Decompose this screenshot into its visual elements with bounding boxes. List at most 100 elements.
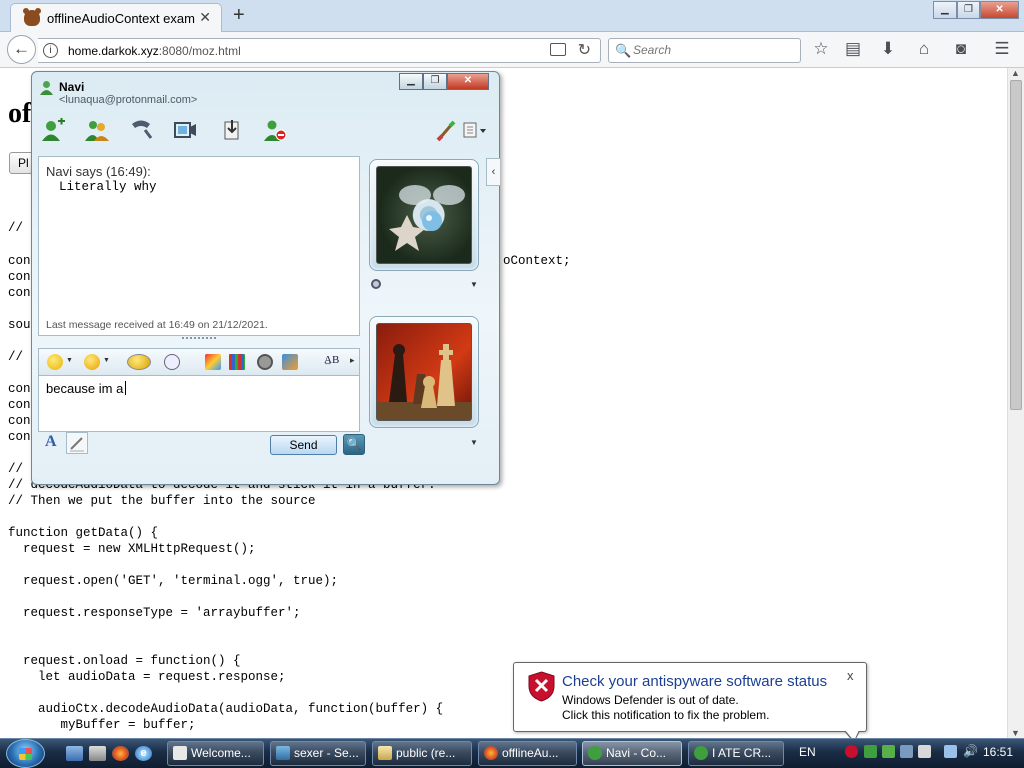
emoticon-dropdown-icon[interactable]: ▼ xyxy=(66,357,73,364)
video-call-icon[interactable] xyxy=(172,118,198,142)
paint-brush-icon[interactable] xyxy=(434,118,460,142)
search-box[interactable]: 🔍 xyxy=(608,38,801,63)
security-shield-icon xyxy=(528,671,555,702)
firefox-quicklaunch-icon[interactable] xyxy=(112,746,129,761)
close-button[interactable]: ✕ xyxy=(980,1,1019,19)
home-icon[interactable]: ⌂ xyxy=(913,39,935,59)
pane-resize-handle[interactable] xyxy=(182,337,216,340)
background-icon[interactable] xyxy=(205,354,221,370)
nudge-icon[interactable] xyxy=(127,354,151,370)
minimize-button[interactable]: ▁ xyxy=(933,1,957,19)
media-grid-icon[interactable] xyxy=(229,354,245,370)
handwriting-icon[interactable] xyxy=(66,432,88,454)
collapse-pictures-button[interactable]: ‹ xyxy=(486,158,500,186)
more-tools-icon[interactable]: ▸ xyxy=(350,355,355,366)
translate-icon[interactable]: A̲B xyxy=(324,354,339,366)
notification-balloon[interactable]: Check your antispyware software status W… xyxy=(513,662,867,743)
display-tray-icon[interactable] xyxy=(944,745,957,758)
switch-windows-icon[interactable] xyxy=(89,746,106,761)
reload-icon[interactable]: ↻ xyxy=(578,40,591,60)
language-indicator[interactable]: EN xyxy=(799,745,816,759)
bookmark-star-icon[interactable]: ☆ xyxy=(810,39,832,59)
url-text[interactable]: home.darkok.xyz:8080/moz.html xyxy=(68,44,241,58)
new-tab-button[interactable]: + xyxy=(233,4,245,27)
browser-tab[interactable]: offlineAudioContext examp ✕ xyxy=(10,3,222,32)
taskbar-item[interactable]: sexer - Se... xyxy=(270,741,366,766)
voice-clip-icon[interactable] xyxy=(164,354,180,370)
start-button[interactable] xyxy=(6,739,45,768)
block-contact-icon[interactable] xyxy=(262,118,288,142)
reader-view-icon[interactable] xyxy=(550,43,566,56)
scrollbar-thumb[interactable] xyxy=(1010,80,1022,410)
compose-box[interactable]: because im a xyxy=(38,375,360,432)
back-button[interactable]: ← xyxy=(7,35,36,64)
my-display-picture[interactable] xyxy=(369,316,479,428)
contact-display-picture[interactable] xyxy=(369,159,479,271)
my-picture-image xyxy=(376,323,472,421)
taskbar-item-label: offlineAu... xyxy=(502,746,559,760)
code-line: let audioData = request.response; xyxy=(8,670,286,684)
defender-tray-icon[interactable] xyxy=(845,745,858,758)
last-message-status: Last message received at 16:49 on 21/12/… xyxy=(46,319,268,331)
my-picture-dropdown-icon[interactable]: ▼ xyxy=(470,438,478,447)
audio-icon[interactable] xyxy=(257,354,273,370)
notification-body: Windows Defender is out of date. Click t… xyxy=(562,693,769,723)
page-scrollbar[interactable]: ▲ ▼ xyxy=(1007,68,1024,738)
webcam-icon[interactable] xyxy=(371,279,381,289)
code-line: // xyxy=(8,350,24,364)
compose-text-wrap[interactable]: because im a xyxy=(46,381,127,396)
scroll-up-icon[interactable]: ▲ xyxy=(1011,68,1020,78)
show-desktop-icon[interactable] xyxy=(66,746,83,761)
messenger-toolbar xyxy=(38,114,493,146)
call-icon[interactable] xyxy=(128,118,154,142)
ie-quicklaunch-icon[interactable]: e xyxy=(135,746,152,761)
search-web-icon[interactable]: 🔍 xyxy=(343,434,365,455)
tab-close-icon[interactable]: ✕ xyxy=(199,9,211,26)
wink-dropdown-icon[interactable]: ▼ xyxy=(103,357,110,364)
site-info-icon[interactable]: i xyxy=(43,43,58,58)
messenger-window: Navi <lunaqua@protonmail.com> ▁ ❐ ✕ ‹ Na… xyxy=(31,71,500,485)
conversation-history: Navi says (16:49): Literally why Last me… xyxy=(38,156,360,336)
notification-close-icon[interactable]: x xyxy=(847,668,854,683)
maximize-button[interactable]: ❐ xyxy=(956,1,981,19)
volume-icon[interactable]: 🔊 xyxy=(963,745,978,758)
tray-app-icon[interactable] xyxy=(918,745,931,758)
nav-toolbar: ← i home.darkok.xyz:8080/moz.html ↻ 🔍 xyxy=(0,32,1024,68)
messenger-maximize-button[interactable]: ❐ xyxy=(423,73,447,90)
messenger-tray-icon[interactable] xyxy=(864,745,877,758)
reading-list-icon[interactable]: ▤ xyxy=(842,39,864,59)
code-line: con xyxy=(8,286,31,300)
taskbar-item[interactable]: public (re... xyxy=(372,741,472,766)
invite-contact-icon[interactable] xyxy=(40,118,66,142)
menu-icon[interactable]: ☰ xyxy=(991,39,1013,59)
search-input[interactable] xyxy=(633,43,793,57)
compose-text: because im a xyxy=(46,381,124,396)
clock[interactable]: 16:51 xyxy=(983,745,1013,759)
taskbar-item[interactable]: Welcome... xyxy=(167,741,264,766)
contact-picture-dropdown-icon[interactable]: ▼ xyxy=(470,280,478,289)
contact-email: <lunaqua@protonmail.com> xyxy=(59,94,198,106)
code-line: con xyxy=(8,398,31,412)
games-icon[interactable] xyxy=(282,354,298,370)
download-icon[interactable]: ⬇ xyxy=(877,39,899,59)
wink-icon[interactable] xyxy=(84,354,100,370)
taskbar-item[interactable]: offlineAu... xyxy=(478,741,577,766)
text-caret xyxy=(125,381,127,395)
tab-title: offlineAudioContext examp xyxy=(47,11,195,26)
send-button[interactable]: Send xyxy=(270,435,337,455)
network-tray-icon[interactable] xyxy=(882,745,895,758)
messenger-minimize-button[interactable]: ▁ xyxy=(399,73,423,90)
taskbar-item[interactable]: Navi - Co... xyxy=(582,741,682,766)
pocket-icon[interactable]: ◙ xyxy=(950,39,972,59)
send-files-icon[interactable] xyxy=(220,118,246,142)
scroll-down-icon[interactable]: ▼ xyxy=(1011,728,1020,738)
emoticon-icon[interactable] xyxy=(47,354,63,370)
message-sender-line: Navi says (16:49): xyxy=(46,164,151,179)
usb-tray-icon[interactable] xyxy=(900,745,913,758)
address-bar[interactable]: i home.darkok.xyz:8080/moz.html ↻ xyxy=(38,38,601,63)
font-button[interactable]: A xyxy=(45,433,57,451)
messenger-close-button[interactable]: ✕ xyxy=(447,73,489,90)
share-contacts-icon[interactable] xyxy=(84,118,110,142)
taskbar-item[interactable]: I ATE CR... xyxy=(688,741,784,766)
layout-options-icon[interactable] xyxy=(462,118,488,142)
